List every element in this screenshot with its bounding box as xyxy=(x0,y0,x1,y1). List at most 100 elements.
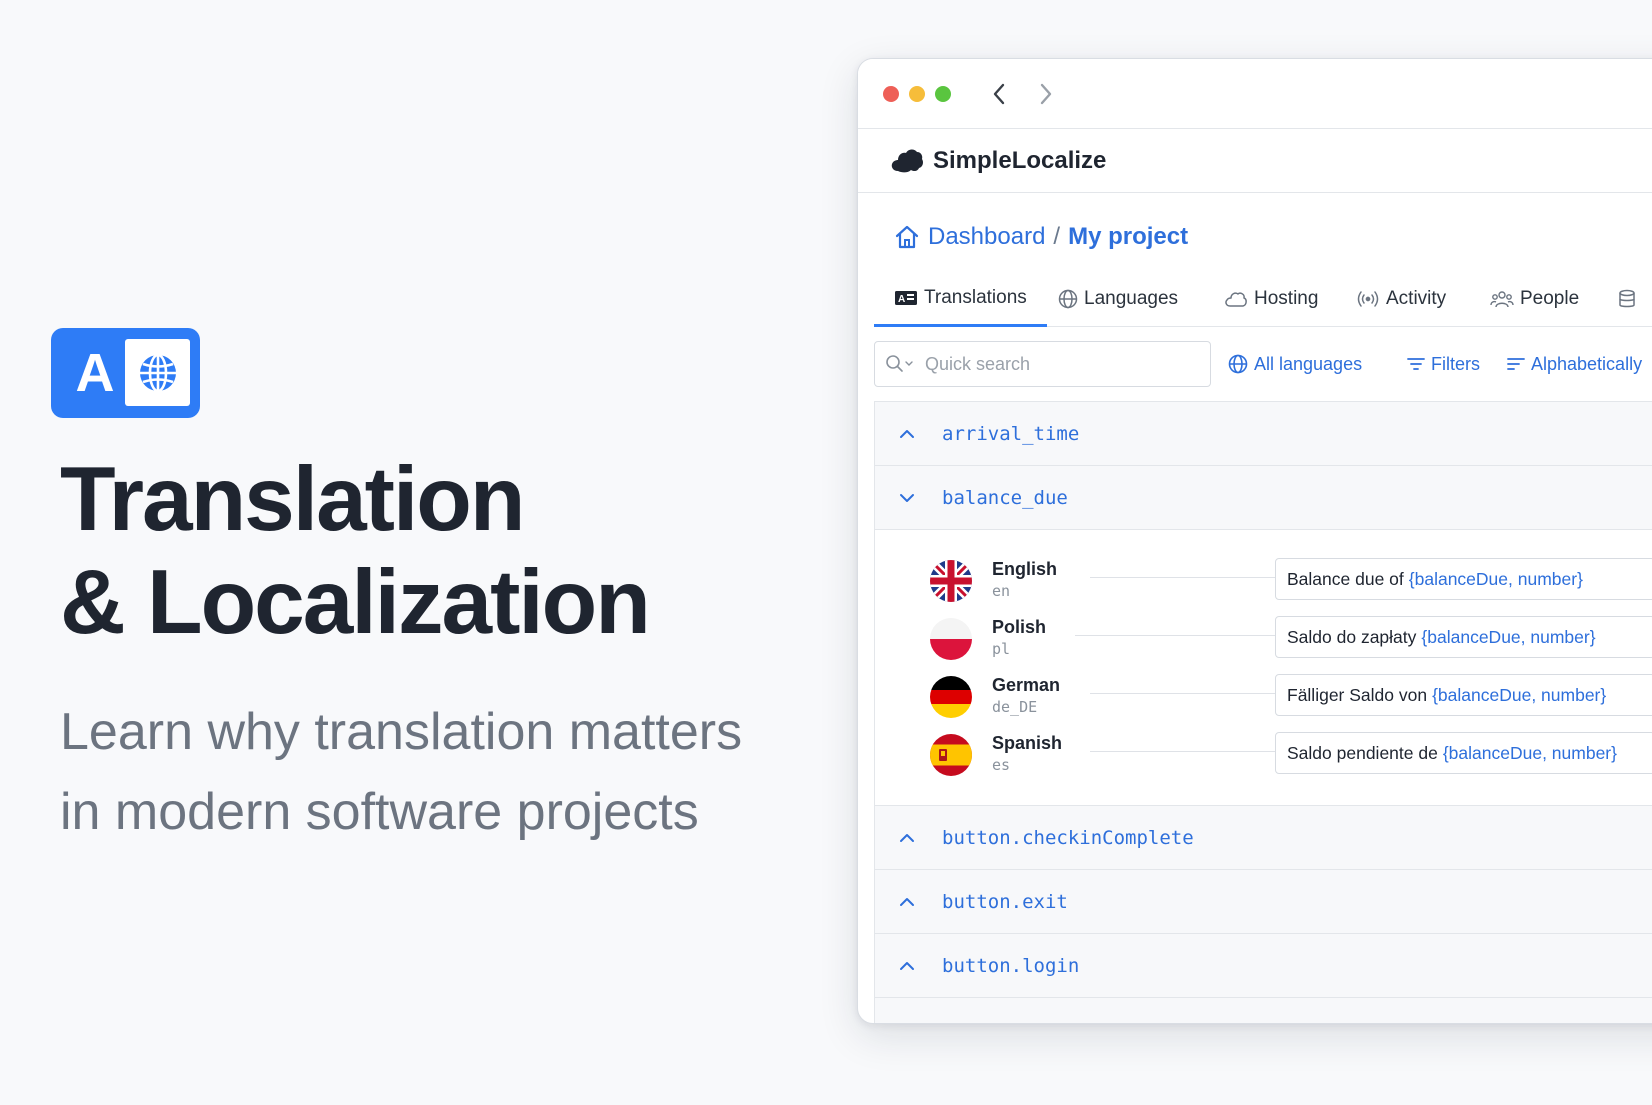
translation-field[interactable]: Balance due of {balanceDue, number} xyxy=(1275,558,1652,600)
tab-translations[interactable]: A Translations xyxy=(874,271,1047,327)
translation-text: Saldo do zapłaty xyxy=(1287,626,1417,647)
translation-text: Fälliger Saldo von xyxy=(1287,684,1428,705)
chevron-up-icon[interactable] xyxy=(897,956,917,976)
translation-placeholder: {balanceDue, number} xyxy=(1442,742,1617,763)
back-button[interactable] xyxy=(985,79,1013,109)
cloud-icon xyxy=(1224,290,1248,308)
translation-field[interactable]: Saldo do zapłaty {balanceDue, number} xyxy=(1275,616,1652,658)
translation-key: balance_due xyxy=(942,486,1068,509)
translation-key-row[interactable]: arrival_time xyxy=(875,402,1652,466)
language-name: Spanish xyxy=(992,733,1063,753)
translation-field[interactable]: Fälliger Saldo von {balanceDue, number} xyxy=(1275,674,1652,716)
globe-icon xyxy=(1058,289,1078,309)
home-icon[interactable] xyxy=(894,224,920,250)
translations-panel: English en Balance due of {balanceDue, n… xyxy=(875,530,1652,806)
app-logo: A xyxy=(51,328,200,418)
cloud-logo-icon xyxy=(891,149,923,173)
app-window: SimpleLocalize Dashboard / My project A … xyxy=(857,58,1652,1024)
language-code: en xyxy=(992,582,1011,600)
filters-label: Filters xyxy=(1431,353,1480,374)
hero-title-line-1: Translation xyxy=(60,449,525,550)
translation-row-spanish: Spanish es Saldo pendiente de {balanceDu… xyxy=(875,726,1652,784)
hero-subtitle-line-2: in modern software projects xyxy=(60,783,699,841)
tab-label: Translations xyxy=(924,286,1027,308)
chevron-left-icon xyxy=(993,83,1005,105)
tab-label: People xyxy=(1520,288,1580,309)
close-window-button[interactable] xyxy=(883,86,899,102)
breadcrumb: Dashboard / My project xyxy=(894,220,1188,254)
tab-activity[interactable]: Activity xyxy=(1336,271,1466,327)
tab-hosting[interactable]: Hosting xyxy=(1204,271,1338,327)
chevron-up-icon[interactable] xyxy=(897,892,917,912)
tab-people[interactable]: People xyxy=(1470,271,1599,327)
sort-button[interactable]: Alphabetically xyxy=(1507,349,1642,379)
chevron-down-icon[interactable] xyxy=(897,488,917,508)
translation-key-row[interactable]: button.checkinComplete xyxy=(875,806,1652,870)
poland-flag-icon xyxy=(930,618,972,660)
logo-letter: A xyxy=(75,343,115,403)
translation-key-row-partial[interactable] xyxy=(875,998,1652,1023)
uk-flag-icon xyxy=(930,560,972,602)
tab-languages[interactable]: Languages xyxy=(1038,271,1198,327)
tab-label: Languages xyxy=(1084,288,1179,309)
brand-name[interactable]: SimpleLocalize xyxy=(933,145,1106,177)
translation-key: button.exit xyxy=(942,890,1068,913)
language-name: English xyxy=(992,559,1058,579)
translation-key: button.login xyxy=(942,954,1080,977)
sort-label: Alphabetically xyxy=(1531,353,1643,374)
globe-icon xyxy=(125,339,190,406)
broadcast-icon xyxy=(1356,290,1380,308)
translation-placeholder: {balanceDue, number} xyxy=(1421,626,1596,647)
translation-placeholder: {balanceDue, number} xyxy=(1432,684,1607,705)
translation-row-english: English en Balance due of {balanceDue, n… xyxy=(875,552,1652,610)
chevron-up-icon[interactable] xyxy=(897,828,917,848)
translation-key: arrival_time xyxy=(942,422,1080,445)
app-header: SimpleLocalize xyxy=(858,129,1652,193)
translation-text: Saldo pendiente de xyxy=(1287,742,1438,763)
translation-text: Balance due of xyxy=(1287,568,1404,589)
filters-button[interactable]: Filters xyxy=(1407,349,1480,379)
database-icon xyxy=(1618,289,1636,309)
translations-toolbar: All languages Filters Alphabetically xyxy=(874,341,1652,389)
tab-more[interactable] xyxy=(1598,271,1652,327)
quick-search-input[interactable] xyxy=(921,353,1191,375)
breadcrumb-separator: / xyxy=(1053,223,1061,250)
translation-row-polish: Polish pl Saldo do zapłaty {balanceDue, … xyxy=(875,610,1652,668)
language-code: pl xyxy=(992,640,1011,658)
translation-key-row[interactable]: button.login xyxy=(875,934,1652,998)
translation-row-german: German de_DE Fälliger Saldo von {balance… xyxy=(875,668,1652,726)
hero-subtitle-line-1: Learn why translation matters xyxy=(60,703,743,761)
maximize-window-button[interactable] xyxy=(935,86,951,102)
quick-search-box[interactable] xyxy=(874,341,1211,387)
tab-label: Activity xyxy=(1386,288,1447,309)
breadcrumb-current-project[interactable]: My project xyxy=(1068,223,1188,251)
translation-key: button.checkinComplete xyxy=(942,826,1194,849)
svg-text:A: A xyxy=(898,294,905,305)
forward-button[interactable] xyxy=(1032,79,1060,109)
all-languages-button[interactable]: All languages xyxy=(1228,349,1362,379)
all-languages-label: All languages xyxy=(1254,353,1363,374)
hero-subtitle: Learn why translation matters in modern … xyxy=(60,692,820,852)
translation-keys-list: arrival_time balance_due English en Bala… xyxy=(874,401,1652,1023)
sort-icon xyxy=(1507,358,1525,370)
language-code: es xyxy=(992,756,1011,774)
language-code: de_DE xyxy=(992,698,1038,716)
hero-title: Translation & Localization xyxy=(60,448,820,654)
tab-label: Hosting xyxy=(1254,288,1319,309)
page: A Translation & Localization Learn why t… xyxy=(0,0,1652,1105)
translation-placeholder: {balanceDue, number} xyxy=(1408,568,1583,589)
window-titlebar xyxy=(858,59,1652,129)
chevron-up-icon[interactable] xyxy=(897,424,917,444)
people-icon xyxy=(1490,289,1514,309)
breadcrumb-dashboard-link[interactable]: Dashboard xyxy=(928,223,1045,251)
translation-key-row[interactable]: button.exit xyxy=(875,870,1652,934)
globe-icon xyxy=(1228,354,1248,374)
spain-flag-icon xyxy=(930,734,972,776)
germany-flag-icon xyxy=(930,676,972,718)
translation-field[interactable]: Saldo pendiente de {balanceDue, number} xyxy=(1275,732,1652,774)
minimize-window-button[interactable] xyxy=(909,86,925,102)
project-tabs: A Translations Languages Hosting Activit… xyxy=(874,271,1652,327)
chevron-right-icon xyxy=(1040,83,1052,105)
translation-key-row-expanded[interactable]: balance_due xyxy=(875,466,1652,530)
hero-title-line-2: & Localization xyxy=(60,552,651,653)
